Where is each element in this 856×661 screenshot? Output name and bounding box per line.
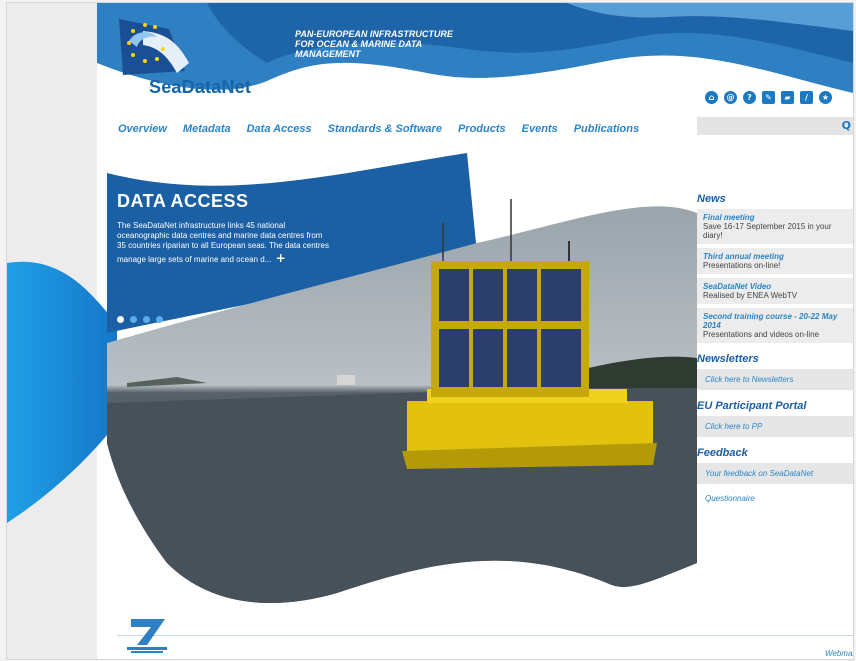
nav-standards-software[interactable]: Standards & Software <box>328 123 442 135</box>
webmaster-link[interactable]: Webmaster <box>825 649 853 658</box>
tagline-line: MANAGEMENT <box>295 49 361 59</box>
news-item[interactable]: Third annual meeting Presentations on-li… <box>697 248 853 274</box>
page-frame: SeaDataNet PAN-EUROPEAN INFRASTRUCTURE F… <box>6 2 854 660</box>
feedback-link[interactable]: Your feedback on SeaDataNet <box>697 463 853 484</box>
nav-metadata[interactable]: Metadata <box>183 123 231 135</box>
newsletters-link[interactable]: Click here to Newsletters <box>697 369 853 390</box>
questionnaire-link[interactable]: Questionnaire <box>697 488 853 509</box>
hero-banner <box>7 153 697 603</box>
nav-overview[interactable]: Overview <box>118 123 167 135</box>
news-heading: News <box>697 193 726 205</box>
feedback-heading: Feedback <box>697 447 748 459</box>
eu-portal-heading: EU Participant Portal <box>697 400 807 412</box>
home-icon[interactable]: ⌂ <box>705 91 718 104</box>
nav-products[interactable]: Products <box>458 123 506 135</box>
news-item[interactable]: Final meeting Save 16-17 September 2015 … <box>697 209 853 244</box>
slider-dot[interactable] <box>156 316 163 323</box>
search-input[interactable]: Q <box>697 117 853 135</box>
read-more-link[interactable]: + <box>276 251 286 265</box>
at-icon[interactable]: @ <box>724 91 737 104</box>
eu-portal-link[interactable]: Click here to PP <box>697 416 853 437</box>
chat-icon[interactable]: ▰ <box>781 91 794 104</box>
nav-data-access[interactable]: Data Access <box>247 123 312 135</box>
brand-name: SeaDataNet <box>149 77 252 97</box>
news-desc: Presentations and videos on-line <box>703 330 820 339</box>
pencil-icon[interactable]: / <box>800 91 813 104</box>
hero-text: The SeaDataNet infrastructure links 45 n… <box>117 221 332 265</box>
slider-dots <box>117 316 163 323</box>
help-icon[interactable]: ? <box>743 91 756 104</box>
tagline-line: PAN-EUROPEAN INFRASTRUCTURE <box>295 29 453 39</box>
news-title[interactable]: Final meeting <box>703 213 847 222</box>
star-icon[interactable]: ★ <box>819 91 832 104</box>
sidebar: News Final meeting Save 16-17 September … <box>697 193 853 509</box>
news-title[interactable]: Third annual meeting <box>703 252 847 261</box>
nav-events[interactable]: Events <box>522 123 558 135</box>
newsletters-heading: Newsletters <box>697 353 759 365</box>
tools-icon[interactable]: ✎ <box>762 91 775 104</box>
news-item[interactable]: Second training course - 20-22 May 2014 … <box>697 308 853 343</box>
tagline: PAN-EUROPEAN INFRASTRUCTURE FOR OCEAN & … <box>295 29 453 59</box>
tagline-line: FOR OCEAN & MARINE DATA <box>295 39 423 49</box>
slider-dot[interactable] <box>130 316 137 323</box>
slider-dot[interactable] <box>117 316 124 323</box>
footer-divider <box>117 635 853 636</box>
nav-publications[interactable]: Publications <box>574 123 639 135</box>
hero-description: The SeaDataNet infrastructure links 45 n… <box>117 221 329 264</box>
news-item[interactable]: SeaDataNet Video Realised by ENEA WebTV <box>697 278 853 304</box>
seadatanet-logo-flag <box>119 19 189 75</box>
news-desc: Save 16-17 September 2015 in your diary! <box>703 222 832 240</box>
main-nav: Overview Metadata Data Access Standards … <box>118 123 639 135</box>
fp7-logo <box>127 619 167 653</box>
hero-title: DATA ACCESS <box>117 191 249 211</box>
search-icon[interactable]: Q <box>842 119 851 132</box>
toolbar-icons: ⌂ @ ? ✎ ▰ / ★ <box>705 91 832 104</box>
news-desc: Presentations on-line! <box>703 261 781 270</box>
news-desc: Realised by ENEA WebTV <box>703 291 798 300</box>
slider-dot[interactable] <box>143 316 150 323</box>
news-title[interactable]: SeaDataNet Video <box>703 282 847 291</box>
news-title[interactable]: Second training course - 20-22 May 2014 <box>703 312 847 330</box>
